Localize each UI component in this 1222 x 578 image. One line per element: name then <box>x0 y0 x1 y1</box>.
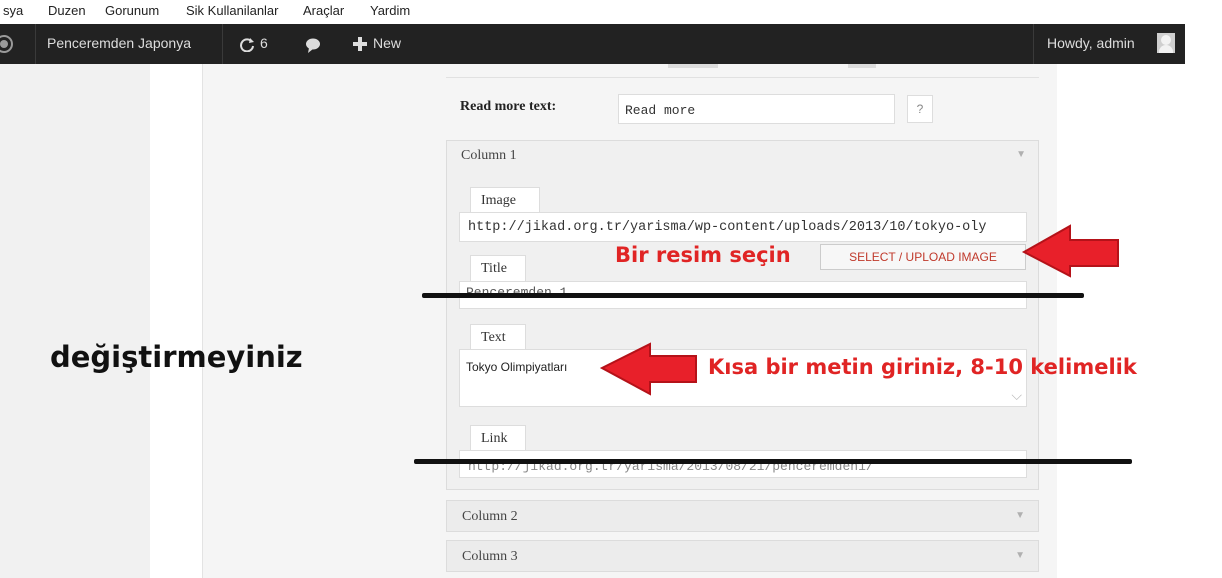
browser-menu-bar: sya Duzen Gorunum Sik Kullanilanlar Araç… <box>0 0 1222 24</box>
column1-header[interactable]: Column 1 ▼ <box>446 140 1039 172</box>
column2-title: Column 2 <box>462 509 518 524</box>
column3-header[interactable]: Column 3 ▼ <box>446 540 1039 572</box>
select-upload-image-button[interactable]: SELECT / UPLOAD IMAGE <box>820 244 1026 270</box>
cut-off-element <box>848 64 876 68</box>
textarea-scroll-icon[interactable]: ⌵ <box>1011 387 1022 404</box>
comment-bubble-icon[interactable] <box>304 37 322 53</box>
column2-header[interactable]: Column 2 ▼ <box>446 500 1039 532</box>
new-link[interactable]: New <box>373 35 401 51</box>
title-tab: Title <box>470 255 526 282</box>
text-tab: Text <box>470 324 526 350</box>
text-value: Tokyo Olimpiyatları <box>466 360 568 374</box>
collapse-arrow-icon: ▼ <box>1016 149 1026 160</box>
menu-file[interactable]: sya <box>3 3 23 18</box>
red-arrow-icon <box>1021 224 1119 278</box>
wp-admin-bar: Penceremden Japonya 6 New Howdy, admin <box>0 24 1185 64</box>
read-more-value: Read more <box>625 103 696 118</box>
cut-off-element <box>668 64 718 68</box>
read-more-label: Read more text: <box>460 99 557 114</box>
help-button[interactable]: ? <box>907 95 933 123</box>
image-url-input[interactable]: http://jikad.org.tr/yarisma/wp-content/u… <box>459 212 1027 242</box>
site-name-link[interactable]: Penceremden Japonya <box>47 35 191 51</box>
refresh-icon[interactable] <box>239 36 255 52</box>
menu-favorites[interactable]: Sik Kullanilanlar <box>186 3 279 18</box>
strike-line <box>422 293 1084 298</box>
link-tab: Link <box>470 425 526 451</box>
column3-title: Column 3 <box>462 549 518 564</box>
enter-text-annotation: Kısa bir metin giriniz, 8-10 kelimelik <box>708 355 1137 379</box>
admin-sidebar-area <box>0 64 150 578</box>
menu-tools[interactable]: Araçlar <box>303 3 344 18</box>
updates-count[interactable]: 6 <box>260 35 268 51</box>
menu-edit[interactable]: Duzen <box>48 3 86 18</box>
image-tab: Image <box>470 187 540 213</box>
menu-help[interactable]: Yardim <box>370 3 410 18</box>
divider <box>446 77 1039 78</box>
read-more-input[interactable]: Read more <box>618 94 895 124</box>
help-icon: ? <box>916 102 924 116</box>
red-arrow-icon <box>599 342 697 396</box>
howdy-label[interactable]: Howdy, admin <box>1047 35 1135 51</box>
choose-image-annotation: Bir resim seçin <box>615 243 791 267</box>
image-url-value: http://jikad.org.tr/yarisma/wp-content/u… <box>468 220 987 235</box>
collapse-arrow-icon: ▼ <box>1015 510 1025 521</box>
strike-line <box>414 459 1132 464</box>
link-input[interactable]: http://jikad.org.tr/yarisma/2013/08/21/p… <box>459 450 1027 478</box>
collapse-arrow-icon: ▼ <box>1015 550 1025 561</box>
user-avatar-icon[interactable] <box>1157 33 1175 53</box>
do-not-change-annotation: değiştirmeyiniz <box>50 340 303 374</box>
column1-title: Column 1 <box>461 148 517 163</box>
page-right-margin <box>1057 64 1222 578</box>
menu-view[interactable]: Gorunum <box>105 3 159 18</box>
wordpress-logo-icon[interactable] <box>0 34 14 54</box>
content-margin <box>150 64 202 578</box>
plus-icon[interactable] <box>353 37 367 51</box>
